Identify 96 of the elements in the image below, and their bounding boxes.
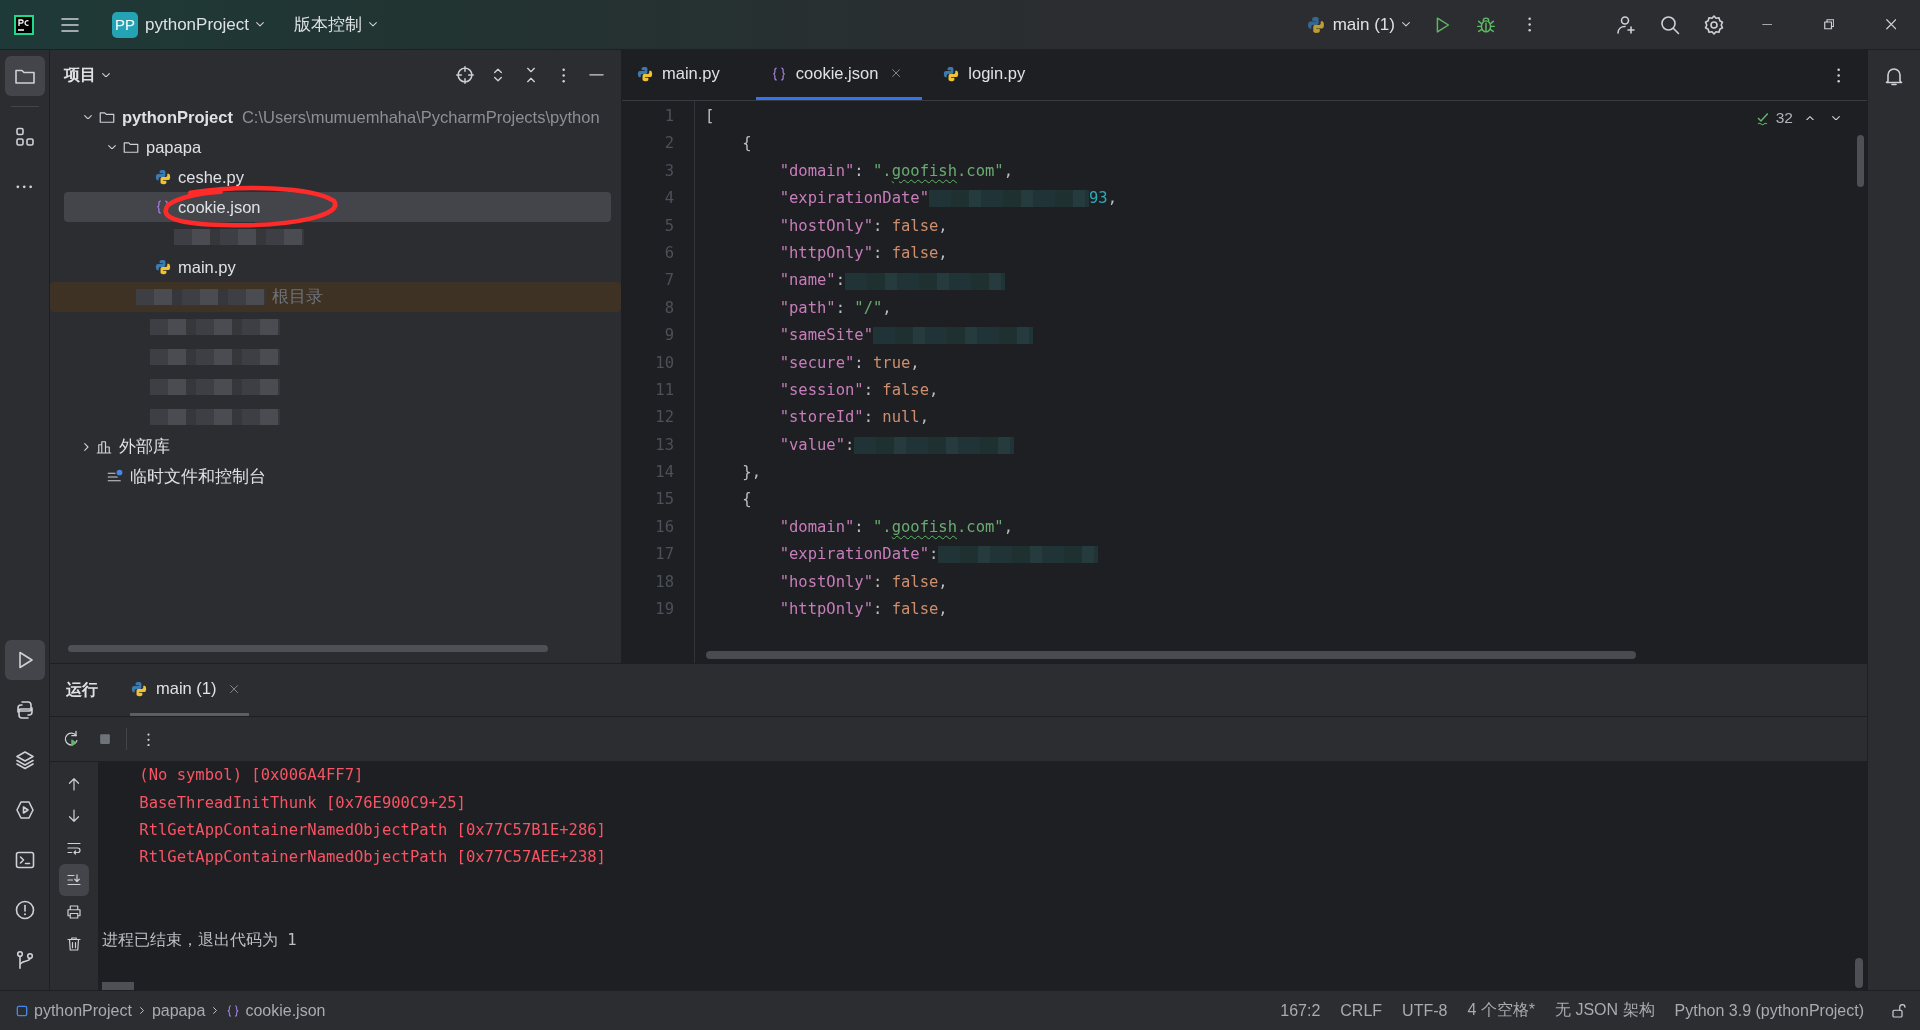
chevron-down-icon <box>1402 22 1410 27</box>
status-item[interactable]: 167:2 <box>1280 1001 1321 1020</box>
panel-title: 运行 <box>66 679 98 700</box>
code-line: "expirationDate": <box>705 541 1099 569</box>
chevron-down-icon <box>368 22 377 27</box>
read-only-toggle-icon <box>1890 1001 1908 1020</box>
console-line: RtlGetAppContainerNamedObjectPath [0x77C57AEE+238] <box>138 847 607 869</box>
code-line: "path": "/", <box>778 297 892 319</box>
library-icon <box>94 438 113 456</box>
chevron-right-icon <box>84 443 89 451</box>
status-item[interactable]: 4 个空格* <box>1467 1000 1535 1021</box>
console-line: BaseThreadInitThunk [0x76E900C9+25] <box>138 792 467 814</box>
code-line: { <box>741 489 752 511</box>
code-line: "value": <box>705 431 1015 460</box>
breadcrumb[interactable]: pythonProject <box>14 1001 132 1020</box>
tree-item[interactable]: ceshe.py <box>64 162 611 192</box>
code-line: }, <box>741 462 761 484</box>
close-tab-icon <box>892 69 901 78</box>
tree-item[interactable]: cookie.json <box>64 192 611 222</box>
next-icon <box>1832 115 1840 121</box>
locate-icon <box>453 64 476 86</box>
clear-icon <box>65 935 83 954</box>
close-tab-icon <box>230 684 239 693</box>
vertical-scrollbar[interactable] <box>1857 135 1864 187</box>
code-line: [ <box>705 106 715 127</box>
previous-icon <box>1806 115 1814 121</box>
code-line: "domain": ".goofish.com", <box>778 160 1013 182</box>
status-item[interactable]: 无 JSON 架构 <box>1555 1000 1655 1021</box>
code-line: "session": false, <box>778 379 939 401</box>
vcs-menu[interactable]: 版本控制 <box>285 6 385 43</box>
code-line: "secure": true, <box>778 352 920 374</box>
more-icon <box>146 732 150 746</box>
project-tool-button[interactable] <box>4 56 45 96</box>
project-selector[interactable]: PP pythonProject <box>104 6 272 43</box>
breadcrumb[interactable]: cookie.json <box>225 1001 326 1020</box>
tree-item[interactable]: papapa <box>64 132 611 162</box>
scroll-to-end-button[interactable] <box>59 864 89 897</box>
console-line: RtlGetAppContainerNamedObjectPath [0x77C57B1E+286] <box>138 820 607 842</box>
python-icon <box>130 679 148 698</box>
python-file-icon <box>154 258 172 276</box>
tab-options-icon <box>1837 67 1841 83</box>
restore-icon <box>1823 19 1835 30</box>
chevron-right-icon <box>213 1007 218 1014</box>
panel-title-dropdown[interactable]: 项目 <box>64 64 110 86</box>
run-config-selector[interactable]: main (1) <box>1297 6 1418 43</box>
chevron-down-icon <box>84 114 92 120</box>
options-icon <box>561 67 566 83</box>
tree-item[interactable]: main.py <box>64 252 611 282</box>
tree-item[interactable]: 临时文件和控制台 <box>64 462 611 492</box>
project-badge: PP <box>112 11 138 38</box>
tree-item[interactable]: 外部库 <box>64 432 611 462</box>
console-line: (No symbol) [0x006A4FF7] <box>138 765 365 787</box>
horizontal-scrollbar[interactable] <box>68 645 548 653</box>
code-line: "httpOnly": false, <box>778 599 948 621</box>
chevron-right-icon <box>139 1007 144 1014</box>
editor-tab[interactable]: main.py <box>636 50 736 100</box>
tree-item-label: 根目录 <box>272 286 323 307</box>
print-icon <box>65 903 83 922</box>
inspection-widget[interactable]: 32 <box>1750 105 1797 131</box>
chevron-down-icon <box>108 144 116 150</box>
code-line: "hostOnly": false, <box>778 215 948 237</box>
more-icon <box>1528 17 1532 32</box>
minimize-icon <box>1761 23 1773 26</box>
console-line: 进程已结束，退出代码为 1 <box>102 929 298 951</box>
status-item[interactable]: CRLF <box>1340 1001 1383 1020</box>
horizontal-scrollbar[interactable] <box>706 651 1636 660</box>
project-path: C:\Users\mumuemhaha\PycharmProjects\python <box>241 107 600 127</box>
more-tools-icon <box>16 185 33 189</box>
project-name: pythonProject <box>145 14 249 35</box>
editor-tab[interactable]: login.py <box>942 50 1042 100</box>
tree-item[interactable]: pythonProject C:\Users\mumuemhaha\PycharmProjects\python <box>64 102 611 132</box>
chevron-down-icon <box>102 72 110 78</box>
breadcrumb[interactable]: papapa <box>151 1001 206 1020</box>
python-file-icon <box>154 168 172 186</box>
run-tool-button[interactable] <box>4 640 45 680</box>
run-tab[interactable]: main (1) <box>130 664 249 717</box>
python-icon <box>1305 14 1326 35</box>
close-icon <box>1885 19 1897 30</box>
python-file-icon <box>636 64 654 83</box>
status-item[interactable]: Python 3.9 (pythonProject) <box>1674 1001 1864 1020</box>
code-line: "storeId": null, <box>778 407 929 429</box>
chevron-down-icon <box>255 22 264 27</box>
app-logo-icon <box>12 12 36 37</box>
editor-tab[interactable]: cookie.json <box>755 50 923 100</box>
code-line: { <box>741 133 752 155</box>
vertical-scrollbar[interactable] <box>1855 958 1863 988</box>
code-line: "name": <box>705 267 1005 295</box>
status-item[interactable]: UTF-8 <box>1402 1001 1448 1020</box>
code-line: "domain": ".goofish.com", <box>778 516 1013 538</box>
code-line: "hostOnly": false, <box>778 571 948 593</box>
console-caret <box>102 982 134 990</box>
settings-icon <box>1702 12 1726 37</box>
code-line: "expirationDate" 93, <box>778 188 1117 210</box>
code-line: "httpOnly": false, <box>778 242 948 264</box>
python-file-icon <box>942 64 961 83</box>
code-line: "sameSite" <box>705 322 1033 350</box>
